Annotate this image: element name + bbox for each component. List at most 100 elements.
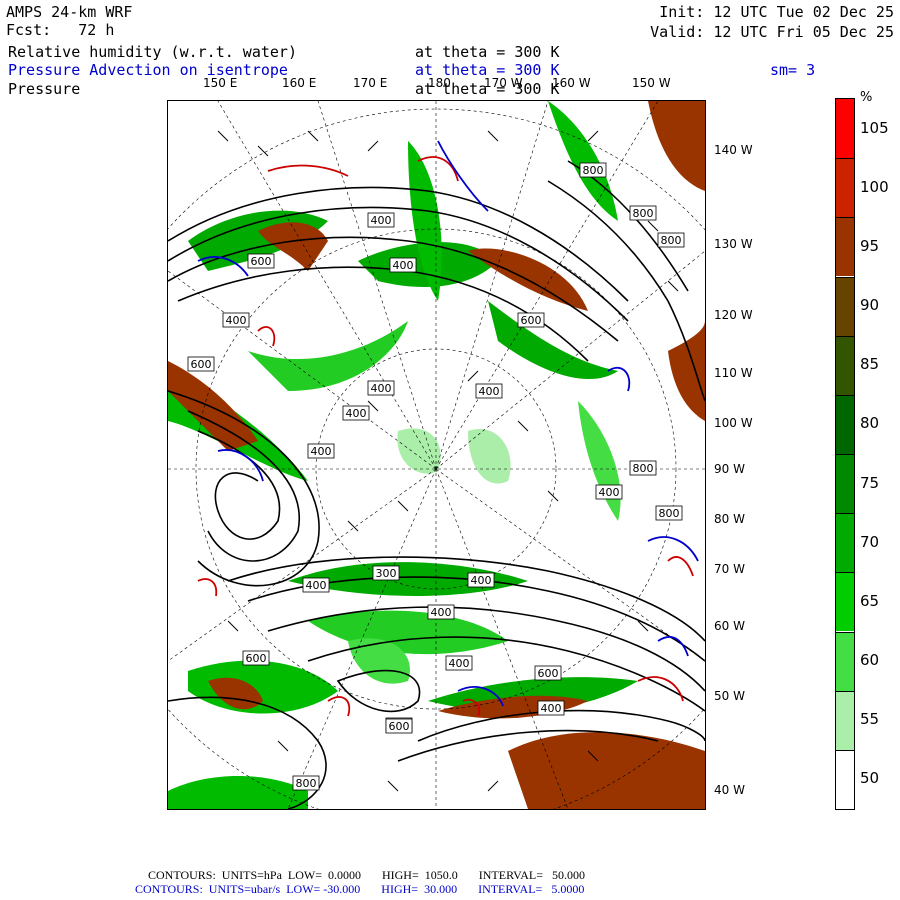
svg-text:400: 400 [226,314,247,327]
svg-text:400: 400 [449,657,470,670]
map-canvas: 800 800 800 600 600 600 400 400 400 400 400 400 400 8… [168,101,705,809]
colorbar-label: 90 [860,296,880,315]
svg-text:400: 400 [471,574,492,587]
colorbar-label: 95 [860,236,880,255]
svg-text:300: 300 [376,567,397,580]
svg-text:400: 400 [346,407,367,420]
svg-text:800: 800 [296,777,317,790]
lon-label-right: 60 W [714,619,745,633]
contour-label: 400 [367,212,395,228]
lon-label-right: 80 W [714,512,745,526]
svg-text:400: 400 [393,259,414,272]
svg-text:400: 400 [311,445,332,458]
contour-label: 600 [187,356,215,372]
contour-label: 400 [389,257,417,273]
colorbar-segment [836,158,854,218]
contour-label: 400 [307,443,335,459]
smoothing-label: sm= 3 [770,61,816,79]
colorbar-segment [836,749,854,809]
lon-label-right: 100 W [714,416,753,430]
lon-label-right: 110 W [714,366,753,380]
lon-label-top: 150 W [632,76,671,90]
svg-text:600: 600 [521,314,542,327]
lon-label-top: 160 E [282,76,317,90]
contour-label: 400 [427,604,455,620]
lon-label-top: 150 E [203,76,238,90]
colorbar-segment [836,394,854,454]
svg-text:400: 400 [541,702,562,715]
svg-text:400: 400 [479,385,500,398]
svg-text:800: 800 [633,462,654,475]
footer-contours-advection: CONTOURS: UNITS=ubar/s LOW= -30.000 HIGH… [135,882,585,896]
colorbar-segment [836,690,854,750]
contour-label: 400 [302,577,330,593]
svg-text:600: 600 [246,652,267,665]
contour-label: 600 [247,253,275,269]
contour-label: 300 [372,565,400,581]
field1-name: Relative humidity (w.r.t. water) [8,43,297,61]
colorbar-label: 85 [860,355,880,374]
contour-label: 400 [342,405,370,421]
colorbar-segment [836,513,854,573]
colorbar-label: 70 [860,532,880,551]
lon-label-top: 170 E [353,76,388,90]
lon-label-right: 40 W [714,783,745,797]
lon-label-top: 170 W [484,76,523,90]
svg-text:600: 600 [251,255,272,268]
map-panel: 800 800 800 600 600 600 400 400 400 400 400 400 400 8… [167,100,706,810]
colorbar-label: 80 [860,414,880,433]
contour-label: 400 [467,572,495,588]
contour-label: 600 [385,718,413,734]
colorbar-segment [836,335,854,395]
contour-label: 800 [292,775,320,791]
lon-label-right: 70 W [714,562,745,576]
contour-label: 600 [517,312,545,328]
contour-label: 800 [629,205,657,221]
contour-label: 600 [242,650,270,666]
svg-text:400: 400 [431,606,452,619]
field3-name: Pressure [8,80,81,98]
colorbar-label: 55 [860,710,880,729]
colorbar-segment [836,99,854,159]
lon-label-right: 140 W [714,143,753,157]
lon-label-right: 130 W [714,237,753,251]
svg-text:400: 400 [371,214,392,227]
colorbar-unit: % [860,90,873,105]
footer-contours-pressure: CONTOURS: UNITS=hPa LOW= 0.0000 HIGH= 10… [148,868,585,882]
colorbar-label: 65 [860,591,880,610]
colorbar-label: 50 [860,769,880,788]
field1-level: at theta = 300 K [415,43,560,61]
svg-text:600: 600 [389,720,410,733]
model-title: AMPS 24-km WRF [6,3,133,21]
contour-label: 800 [657,232,685,248]
contour-label: 400 [475,383,503,399]
colorbar-segment [836,572,854,632]
valid-time: Valid: 12 UTC Fri 05 Dec 25 [650,23,894,41]
contour-label: 400 [595,484,623,500]
colorbar-segment [836,454,854,514]
contour-label: 600 [534,665,562,681]
contour-label: 400 [222,312,250,328]
svg-text:800: 800 [633,207,654,220]
colorbar-label: 105 [860,118,889,137]
svg-text:600: 600 [538,667,559,680]
lon-label-top: 180 [428,76,451,90]
contour-label: 400 [367,380,395,396]
lon-label-right: 50 W [714,689,745,703]
svg-text:800: 800 [661,234,682,247]
field2-name: Pressure Advection on isentrope [8,61,288,79]
forecast-hour: Fcst: 72 h [6,21,115,39]
contour-label: 800 [579,162,607,178]
colorbar-label: 100 [860,177,889,196]
lon-label-top: 160 W [552,76,591,90]
colorbar-segment [836,631,854,691]
svg-text:800: 800 [583,164,604,177]
colorbar-label: 60 [860,651,880,670]
colorbar [835,98,855,810]
init-time: Init: 12 UTC Tue 02 Dec 25 [659,3,894,21]
contour-label: 400 [445,655,473,671]
contour-label: 800 [629,460,657,476]
svg-text:400: 400 [306,579,327,592]
svg-text:400: 400 [371,382,392,395]
colorbar-segment [836,217,854,277]
